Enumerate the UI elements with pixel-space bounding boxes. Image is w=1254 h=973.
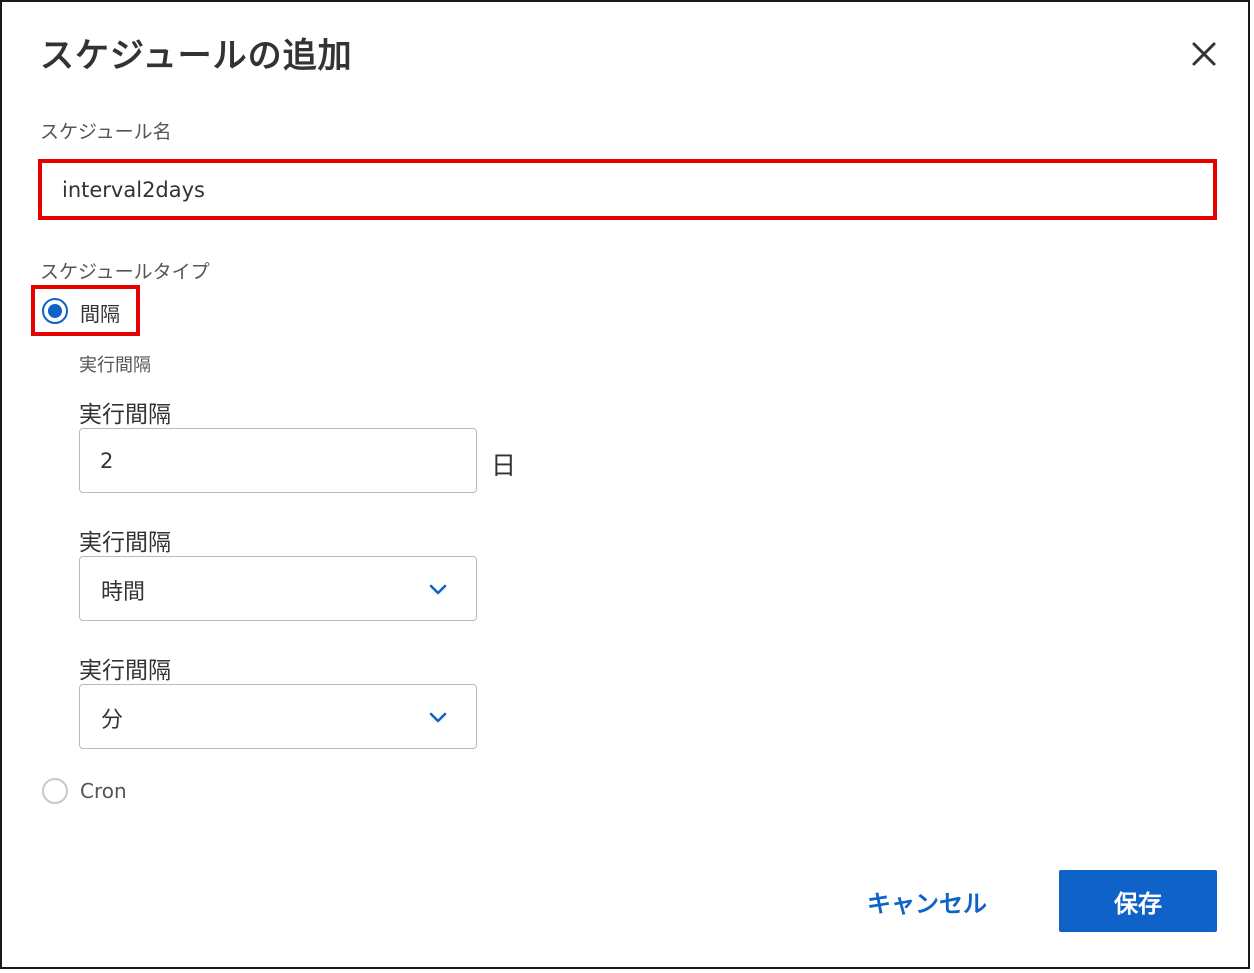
cron-radio[interactable]	[42, 778, 68, 804]
interval-days-field	[79, 428, 477, 493]
close-button[interactable]	[1186, 36, 1222, 72]
interval-days-input[interactable]	[80, 429, 476, 492]
interval-radio-label[interactable]: 間隔	[80, 298, 120, 327]
interval-days-label: 実行間隔	[79, 402, 171, 428]
chevron-down-icon	[429, 584, 447, 595]
add-schedule-dialog: スケジュールの追加 スケジュール名 スケジュールタイプ 間隔 実行間隔 実行間隔…	[0, 0, 1250, 969]
close-icon	[1192, 42, 1216, 66]
schedule-type-label: スケジュールタイプ	[40, 261, 210, 283]
save-button[interactable]: 保存	[1059, 870, 1217, 932]
interval-minutes-select[interactable]: 分	[79, 684, 477, 749]
interval-hours-select[interactable]: 時間	[79, 556, 477, 621]
schedule-name-input[interactable]	[42, 163, 1213, 216]
dialog-title: スケジュールの追加	[40, 36, 353, 76]
cron-radio-label[interactable]: Cron	[80, 779, 127, 803]
schedule-name-label: スケジュール名	[40, 121, 172, 143]
interval-minutes-value: 分	[101, 708, 124, 733]
interval-hours-value: 時間	[101, 580, 146, 605]
interval-hours-label: 実行間隔	[79, 530, 171, 556]
interval-minutes-label: 実行間隔	[79, 658, 171, 684]
interval-radio[interactable]	[42, 298, 68, 324]
cancel-button[interactable]: キャンセル	[847, 870, 1007, 932]
schedule-name-highlight	[38, 159, 1217, 220]
interval-section-label: 実行間隔	[79, 355, 151, 376]
chevron-down-icon	[429, 712, 447, 723]
days-unit-label: 日	[491, 451, 517, 480]
